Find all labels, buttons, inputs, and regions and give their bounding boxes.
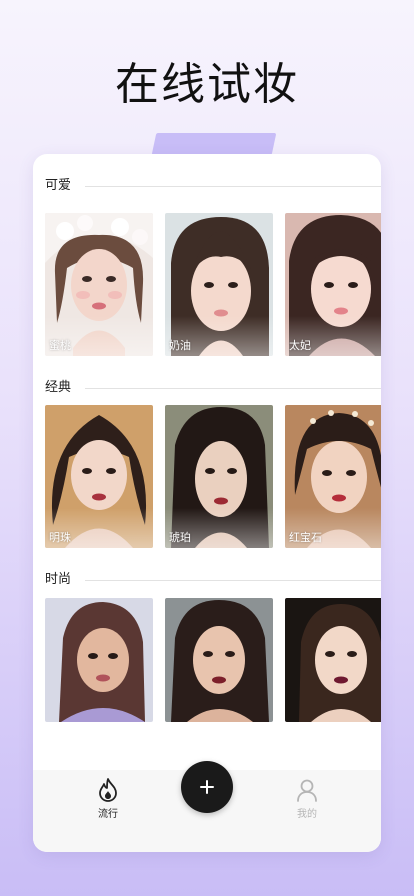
style-card-label: 奶油 — [169, 339, 191, 352]
page-headline: 在线试妆 — [0, 52, 414, 155]
person-icon — [297, 779, 317, 802]
style-card-fashion-2[interactable] — [165, 598, 273, 722]
tab-label: 我的 — [297, 809, 317, 820]
section-title: 可爱 — [45, 178, 72, 193]
section-header-fashion: 时尚 — [45, 570, 381, 590]
style-card-pearl[interactable]: 明珠 — [45, 405, 153, 548]
portrait-image — [45, 598, 153, 722]
section-divider — [85, 388, 381, 389]
style-card-toffee[interactable]: 太妃 — [285, 213, 381, 356]
style-card-cream[interactable]: 奶油 — [165, 213, 273, 356]
style-card-label: 红宝石 — [289, 531, 322, 544]
tab-trending[interactable]: 流行 — [78, 778, 138, 820]
style-card-fashion-3[interactable] — [285, 598, 381, 722]
headline-text: 在线试妆 — [115, 59, 299, 110]
style-card-label: 太妃 — [289, 339, 311, 352]
style-card-peach[interactable]: 蜜桃 — [45, 213, 153, 356]
flame-icon — [99, 778, 117, 802]
style-row-cute: 蜜桃 奶油 太妃 — [45, 213, 381, 356]
portrait-image — [165, 598, 273, 722]
portrait-image — [285, 598, 381, 722]
tab-mine[interactable]: 我的 — [277, 778, 337, 820]
plus-icon — [200, 780, 214, 794]
style-card-label: 蜜桃 — [49, 339, 71, 352]
section-title: 经典 — [45, 380, 72, 395]
style-card-label: 明珠 — [49, 531, 71, 544]
style-row-classic: 明珠 琥珀 红宝石 — [45, 405, 381, 548]
app-screen: 可爱 蜜桃 奶油 太妃 经典 明珠 琥珀 红宝石 时尚 流行 我的 — [33, 154, 381, 852]
style-card-fashion-1[interactable] — [45, 598, 153, 722]
section-divider — [85, 580, 381, 581]
tab-label: 流行 — [98, 809, 118, 820]
style-card-label: 琥珀 — [169, 531, 191, 544]
section-divider — [85, 186, 381, 187]
section-header-cute: 可爱 — [45, 176, 381, 196]
style-card-amber[interactable]: 琥珀 — [165, 405, 273, 548]
style-row-fashion — [45, 598, 381, 722]
section-header-classic: 经典 — [45, 378, 381, 398]
add-button[interactable] — [181, 761, 233, 813]
section-title: 时尚 — [45, 572, 72, 587]
headline-highlight — [151, 133, 277, 155]
style-card-ruby[interactable]: 红宝石 — [285, 405, 381, 548]
